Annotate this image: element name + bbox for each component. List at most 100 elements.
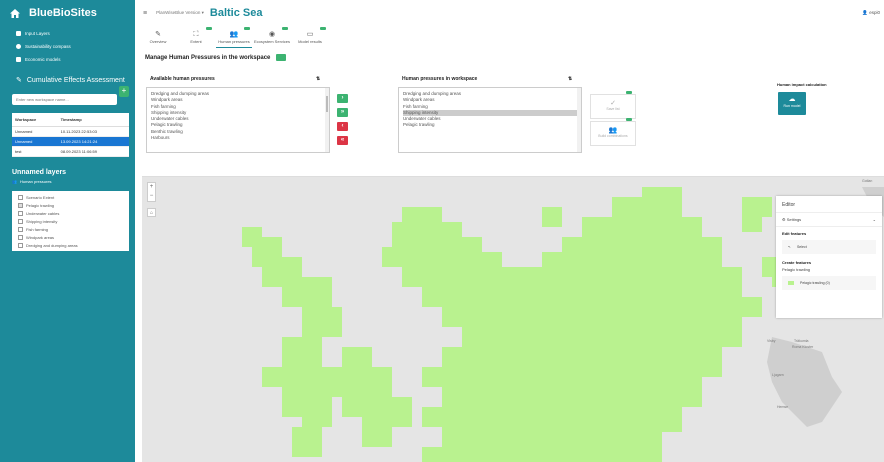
tab-overview[interactable]: ✎ Overview [140, 26, 176, 48]
grid-cell-region [242, 227, 342, 427]
map-label: Träkumla [794, 339, 809, 343]
editor-settings[interactable]: ⚙ Settings ⌄ [776, 213, 882, 227]
save-list-button[interactable]: ✓ Save list [590, 91, 636, 119]
people-icon: 👥 [229, 31, 239, 38]
app-title: BlueBioSites [29, 7, 97, 19]
workspace-name: Unnamed [12, 136, 58, 147]
grid-cell-region [742, 197, 772, 232]
add-workspace-button[interactable]: + [119, 86, 129, 97]
edit-icon: ✎ [16, 77, 22, 84]
sort-icon[interactable]: ⇅ [568, 76, 572, 82]
table-row[interactable]: Unnamed 10.11.2023 22:53:03 [12, 126, 129, 137]
layer-checkbox[interactable] [18, 210, 23, 216]
layer-checkbox[interactable] [18, 234, 23, 240]
pointer-icon: ↖ [788, 245, 791, 249]
scrollbar-thumb[interactable] [326, 96, 328, 112]
grid-cell-region [662, 287, 682, 307]
nav-input-layers[interactable]: Input Layers [0, 27, 135, 40]
map[interactable]: + − ⌂ Gotlan Visby Träkumla Roma Kloster… [142, 176, 884, 462]
tab-label: Extent [190, 39, 202, 44]
nav-economic-models[interactable]: Economic models [0, 53, 135, 66]
sort-icon[interactable]: ⇅ [316, 76, 320, 82]
layer-item[interactable]: Windpark areas [12, 233, 129, 241]
layer-checkbox[interactable] [18, 218, 23, 224]
edit-icon: ✎ [155, 31, 161, 38]
zoom-in-button[interactable]: + [148, 183, 155, 192]
people-icon: 👥 [608, 127, 618, 134]
nav-label: Sustainability compass [25, 44, 71, 49]
tab-ecosystem-services[interactable]: ◉ Ecosystem Services [254, 26, 290, 48]
tab-label: Human pressures [218, 39, 250, 44]
map-label: Gotlan [862, 179, 873, 183]
table-row-selected[interactable]: Unnamed 13.09.2023 14:21:24 [12, 136, 129, 147]
layer-checkbox[interactable] [18, 202, 23, 208]
zoom-out-button[interactable]: − [148, 192, 155, 201]
tab-label: Model results [298, 39, 322, 44]
layer-label: Dredging and dumping areas [26, 242, 78, 248]
user-menu[interactable]: 👤 espi0 [862, 10, 880, 16]
tab-human-pressures[interactable]: 👥 Human pressures [216, 26, 252, 48]
layer-item[interactable]: Shipping intensity [12, 217, 129, 225]
nav-sustainability-compass[interactable]: Sustainability compass [0, 40, 135, 53]
editor-title: Editor [776, 196, 882, 213]
scrollbar[interactable] [325, 88, 329, 152]
workspace-name-input[interactable] [12, 94, 117, 105]
grid-cell-region [292, 427, 322, 457]
layer-item[interactable]: Dredging and dumping areas [12, 241, 129, 249]
move-all-left-button[interactable]: « [337, 136, 348, 145]
editor-panel: Editor ⚙ Settings ⌄ Edit features ↖ Sele… [776, 196, 882, 318]
tab-extent[interactable]: ⛶ Extent [178, 26, 214, 48]
select-tool[interactable]: ↖ Select [782, 240, 876, 254]
version-dropdown[interactable]: PlanWiseBlue Version ▾ [156, 10, 204, 16]
list-item[interactable]: Harbours [151, 135, 325, 141]
eye-icon: ◉ [268, 31, 276, 38]
workspace-list[interactable]: Dredging and dumping areas Windpark area… [398, 87, 582, 153]
column-header-timestamp: Timestamp [57, 113, 129, 127]
available-title: Available human pressures [150, 76, 215, 82]
layer-item[interactable]: Pelagic trawling [12, 201, 129, 209]
map-label: Ljugarn [772, 373, 784, 377]
list-item[interactable]: Pelagic trawling [403, 122, 577, 128]
nav-label: Economic models [25, 57, 61, 62]
select-label: Select [796, 245, 807, 249]
layers-subtitle-text: Human pressures [19, 179, 52, 184]
map-label: Hemse [777, 405, 789, 409]
layer-item[interactable]: Fish farming [12, 225, 129, 233]
layer-item[interactable]: Underwater cables [12, 209, 129, 217]
status-badge [276, 54, 287, 61]
home-view-button[interactable]: ⌂ [147, 208, 156, 217]
build-combinations-button[interactable]: 👥 Build combinations [590, 118, 636, 146]
move-right-button[interactable]: › [337, 94, 348, 103]
impact-title: Human impact calculation [777, 82, 827, 87]
layer-checkbox[interactable] [18, 194, 23, 200]
gear-icon: ⚙ [782, 217, 786, 222]
layer-label: Scenario Extent [26, 194, 55, 200]
move-all-right-button[interactable]: » [337, 108, 348, 117]
run-model-button[interactable]: ☁ Run model [778, 92, 806, 115]
monitor-icon: ▭ [306, 31, 314, 38]
move-left-button[interactable]: ‹ [337, 122, 348, 131]
done-badge [243, 27, 250, 30]
topbar: ≡ PlanWiseBlue Version ▾ Baltic Sea 👤 es… [135, 0, 884, 26]
available-list[interactable]: Dredging and dumping areas Windpark area… [146, 87, 330, 153]
grid-cell-region [342, 347, 412, 447]
layer-checkbox[interactable] [18, 242, 23, 248]
editor-layer-name: Pelagic trawling [782, 267, 811, 272]
layers-icon [16, 31, 21, 36]
chevron-down-icon: ⌄ [872, 217, 876, 222]
new-badge [625, 91, 632, 94]
layer-item[interactable]: Scenario Extent [12, 193, 129, 201]
user-name: espi0 [869, 10, 880, 15]
menu-icon[interactable]: ≡ [143, 10, 147, 17]
layers-title: Unnamed layers [12, 169, 67, 176]
brand[interactable]: BlueBioSites [0, 0, 135, 26]
scrollbar[interactable] [577, 88, 581, 152]
layer-label: Windpark areas [26, 234, 55, 240]
done-badge [281, 27, 288, 30]
workspace-timestamp: 13.09.2023 14:21:24 [57, 136, 129, 147]
feature-template[interactable]: Pelagic trawling (0) [782, 276, 876, 290]
layer-checkbox[interactable] [18, 226, 23, 232]
table-row[interactable]: test 08.09.2023 11:06:59 [12, 146, 129, 157]
tab-model-results[interactable]: ▭ Model results [292, 26, 328, 48]
layer-label: Pelagic trawling [26, 202, 55, 208]
